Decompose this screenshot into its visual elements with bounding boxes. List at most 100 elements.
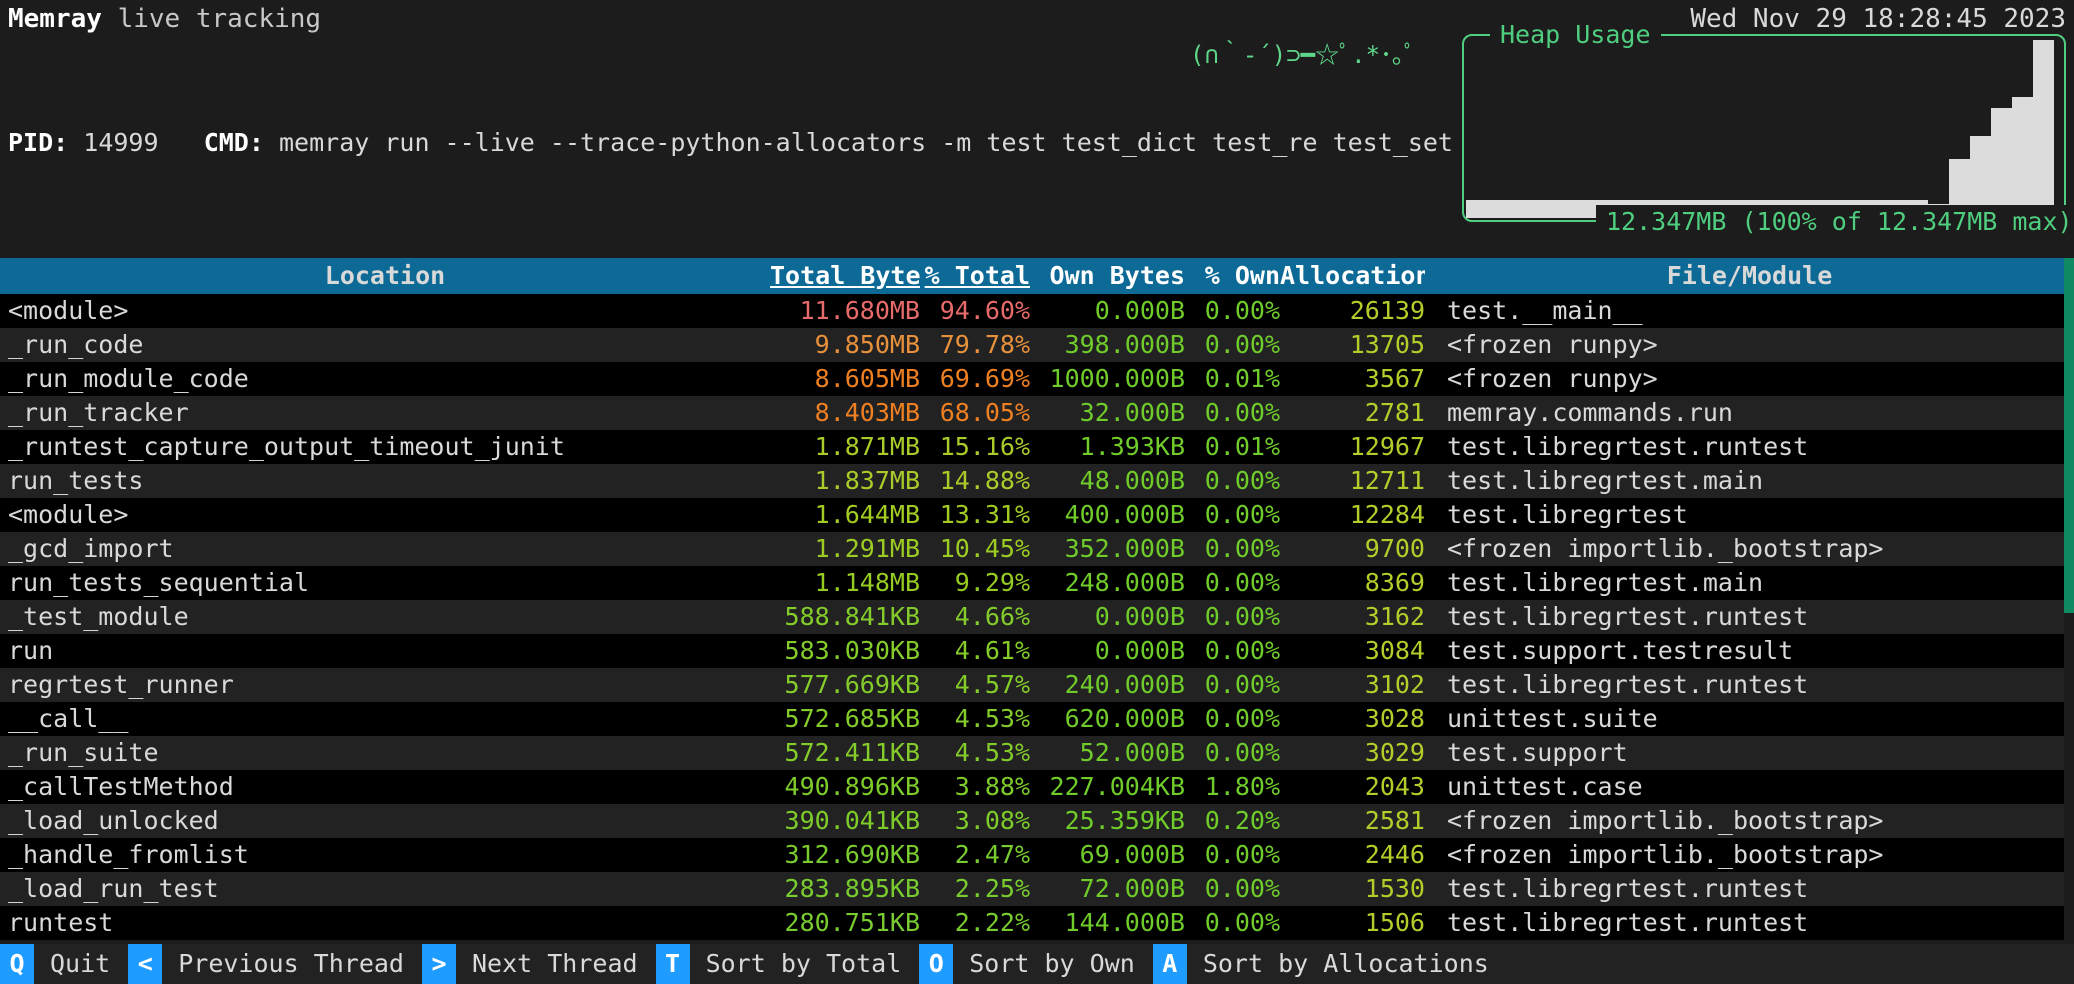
heap-bar	[2012, 97, 2033, 218]
column-header-file[interactable]: File/Module	[1425, 259, 2074, 293]
cell-percent-total: 2.25%	[920, 872, 1030, 906]
cell-percent-own: 0.00%	[1185, 396, 1280, 430]
cell-allocations: 3102	[1280, 668, 1425, 702]
column-header-label: % Total	[925, 261, 1030, 290]
footer-label-next-thread[interactable]: Next Thread	[456, 944, 656, 984]
cell-own-bytes: 52.000B	[1030, 736, 1185, 770]
column-header-total[interactable]: Total Bytes	[770, 259, 920, 293]
cell-location: run_tests	[0, 464, 770, 498]
cell-file-module: test.libregrtest.runtest	[1425, 872, 2074, 906]
app-title-suffix: live tracking	[102, 4, 321, 34]
column-header-pct-own[interactable]: % Own	[1185, 259, 1280, 293]
footer-key-sort-by-total[interactable]: T	[656, 944, 690, 984]
cell-file-module: test.__main__	[1425, 294, 2074, 328]
table-row[interactable]: runtest280.751KB2.22%144.000B0.00%1506te…	[0, 906, 2074, 940]
table-row[interactable]: _callTestMethod490.896KB3.88%227.004KB1.…	[0, 770, 2074, 804]
cell-location: _run_code	[0, 328, 770, 362]
footer-label-sort-by-total[interactable]: Sort by Total	[690, 944, 920, 984]
column-header-location[interactable]: Location	[0, 259, 770, 293]
cell-location: _handle_fromlist	[0, 838, 770, 872]
app-title-brand: Memray	[8, 4, 102, 34]
cell-percent-total: 68.05%	[920, 396, 1030, 430]
cell-percent-own: 0.00%	[1185, 600, 1280, 634]
cell-location: _gcd_import	[0, 532, 770, 566]
cell-allocations: 3029	[1280, 736, 1425, 770]
column-header-pct-total[interactable]: % Total	[920, 259, 1030, 293]
footer-label-sort-by-allocations[interactable]: Sort by Allocations	[1187, 944, 1507, 984]
table-row[interactable]: __call__572.685KB4.53%620.000B0.00%3028u…	[0, 702, 2074, 736]
table-row[interactable]: <module>11.680MB94.60%0.000B0.00%26139te…	[0, 294, 2074, 328]
cell-allocations: 1530	[1280, 872, 1425, 906]
cell-own-bytes: 0.000B	[1030, 634, 1185, 668]
cell-own-bytes: 398.000B	[1030, 328, 1185, 362]
cell-allocations: 1506	[1280, 906, 1425, 940]
heap-bar	[1529, 200, 1550, 218]
cell-location: _callTestMethod	[0, 770, 770, 804]
column-header-label: % Own	[1205, 261, 1280, 290]
pid-label: PID:	[8, 128, 68, 157]
footer-key-previous-thread[interactable]: <	[128, 944, 162, 984]
footer-label-sort-by-own[interactable]: Sort by Own	[953, 944, 1153, 984]
table-row[interactable]: _run_module_code8.605MB69.69%1000.000B0.…	[0, 362, 2074, 396]
table-row[interactable]: _load_run_test283.895KB2.25%72.000B0.00%…	[0, 872, 2074, 906]
footer-label-quit[interactable]: Quit	[34, 944, 128, 984]
cell-allocations: 3162	[1280, 600, 1425, 634]
header-region: Memray live tracking Wed Nov 29 18:28:45…	[0, 0, 2074, 258]
cell-own-bytes: 144.000B	[1030, 906, 1185, 940]
cell-percent-own: 0.00%	[1185, 464, 1280, 498]
cell-percent-total: 2.22%	[920, 906, 1030, 940]
cell-allocations: 3567	[1280, 362, 1425, 396]
column-header-own[interactable]: Own Bytes	[1030, 259, 1185, 293]
cell-total-bytes: 577.669KB	[770, 668, 920, 702]
table-row[interactable]: _load_unlocked390.041KB3.08%25.359KB0.20…	[0, 804, 2074, 838]
cell-location: runtest	[0, 906, 770, 940]
allocations-table: LocationTotal Bytes% TotalOwn Bytes % Own…	[0, 258, 2074, 940]
table-row[interactable]: <module>1.644MB13.31%400.000B0.00%12284t…	[0, 498, 2074, 532]
cell-percent-total: 4.57%	[920, 668, 1030, 702]
heap-bar	[1991, 108, 2012, 218]
footer-key-next-thread[interactable]: >	[422, 944, 456, 984]
cell-own-bytes: 0.000B	[1030, 294, 1185, 328]
cell-own-bytes: 1.393KB	[1030, 430, 1185, 464]
table-row[interactable]: run583.030KB4.61%0.000B0.00%3084test.sup…	[0, 634, 2074, 668]
cell-own-bytes: 1000.000B	[1030, 362, 1185, 396]
cell-percent-total: 69.69%	[920, 362, 1030, 396]
table-row[interactable]: _gcd_import1.291MB10.45%352.000B0.00%970…	[0, 532, 2074, 566]
table-row[interactable]: _runtest_capture_output_timeout_junit1.8…	[0, 430, 2074, 464]
cell-allocations: 3028	[1280, 702, 1425, 736]
cell-file-module: memray.commands.run	[1425, 396, 2074, 430]
cell-file-module: test.libregrtest.runtest	[1425, 668, 2074, 702]
cmd-value: memray run --live --trace-python-allocat…	[279, 128, 1453, 157]
cell-total-bytes: 8.403MB	[770, 396, 920, 430]
cell-file-module: unittest.suite	[1425, 702, 2074, 736]
footer-key-sort-by-allocations[interactable]: A	[1153, 944, 1187, 984]
cell-percent-total: 4.53%	[920, 702, 1030, 736]
clock: Wed Nov 29 18:28:45 2023	[1690, 2, 2066, 36]
footer-key-quit[interactable]: Q	[0, 944, 34, 984]
table-scrollbar-thumb[interactable]	[2064, 258, 2074, 613]
table-row[interactable]: run_tests1.837MB14.88%48.000B0.00%12711t…	[0, 464, 2074, 498]
footer-label-previous-thread[interactable]: Previous Thread	[162, 944, 422, 984]
table-row[interactable]: _test_module588.841KB4.66%0.000B0.00%316…	[0, 600, 2074, 634]
table-row[interactable]: _run_suite572.411KB4.53%52.000B0.00%3029…	[0, 736, 2074, 770]
cell-percent-own: 0.01%	[1185, 362, 1280, 396]
table-row[interactable]: run_tests_sequential1.148MB9.29%248.000B…	[0, 566, 2074, 600]
cell-allocations: 9700	[1280, 532, 1425, 566]
heap-bar	[1571, 200, 1592, 218]
table-row[interactable]: _run_code9.850MB79.78%398.000B0.00%13705…	[0, 328, 2074, 362]
table-scrollbar-track[interactable]	[2064, 258, 2074, 940]
table-row[interactable]: _handle_fromlist312.690KB2.47%69.000B0.0…	[0, 838, 2074, 872]
table-row[interactable]: _run_tracker8.403MB68.05%32.000B0.00%278…	[0, 396, 2074, 430]
cell-file-module: test.libregrtest.main	[1425, 566, 2074, 600]
heap-bar	[1550, 200, 1571, 218]
app-title: Memray live tracking	[8, 2, 321, 36]
heap-bar	[1487, 200, 1508, 218]
footer-key-sort-by-own[interactable]: O	[919, 944, 953, 984]
cell-own-bytes: 240.000B	[1030, 668, 1185, 702]
column-header-allocs[interactable]: Allocations	[1280, 259, 1425, 293]
cell-percent-own: 0.00%	[1185, 906, 1280, 940]
cell-location: <module>	[0, 498, 770, 532]
cell-location: _test_module	[0, 600, 770, 634]
table-row[interactable]: regrtest_runner577.669KB4.57%240.000B0.0…	[0, 668, 2074, 702]
heap-bar	[2033, 40, 2054, 218]
